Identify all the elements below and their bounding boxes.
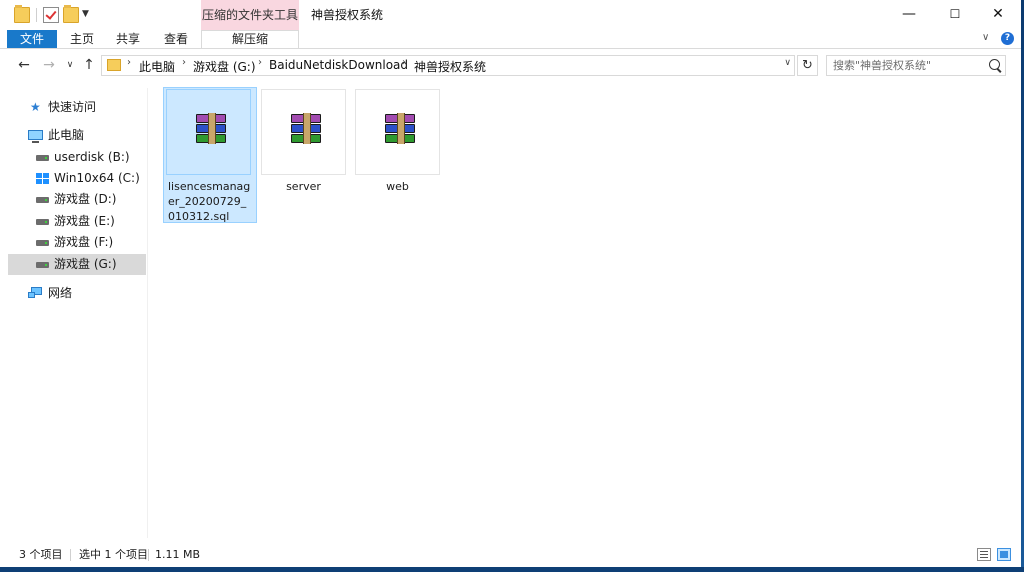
sidebar-item-drive-c[interactable]: Win10x64 (C:) xyxy=(8,168,146,189)
sidebar-item-label: 快速访问 xyxy=(48,100,97,114)
expand-ribbon-icon[interactable]: ∨ xyxy=(982,32,989,43)
breadcrumb-this-pc[interactable]: 此电脑 xyxy=(139,58,175,75)
winrar-archive-icon xyxy=(383,113,417,146)
sidebar-item-label: 此电脑 xyxy=(48,128,85,142)
title-bar: ▼ 压缩的文件夹工具 神兽授权系统 — ☐ ✕ xyxy=(0,0,1021,46)
breadcrumb-separator[interactable]: › xyxy=(127,57,131,68)
file-thumbnail xyxy=(166,89,251,175)
properties-icon[interactable] xyxy=(43,7,59,23)
file-name: server xyxy=(286,180,321,193)
sidebar-item-this-pc[interactable]: 此电脑 xyxy=(8,125,146,146)
sidebar-item-label: 游戏盘 (F:) xyxy=(54,235,114,249)
drive-icon xyxy=(36,197,49,203)
drive-icon xyxy=(36,262,49,268)
desktop-background xyxy=(0,567,1024,572)
network-icon xyxy=(28,287,43,299)
file-name: lisencesmanager_20200729_010312.sql xyxy=(168,180,251,223)
sidebar-item-drive-g[interactable]: 游戏盘 (G:) xyxy=(8,254,146,275)
tab-view[interactable]: 查看 xyxy=(164,30,188,48)
recent-locations-icon[interactable]: ∨ xyxy=(61,56,79,74)
forward-button[interactable]: → xyxy=(40,56,58,74)
sidebar-item-label: userdisk (B:) xyxy=(54,150,130,164)
context-tab-title: 压缩的文件夹工具 xyxy=(201,8,298,22)
folder-icon[interactable] xyxy=(14,5,30,23)
ribbon-tabs: 文件 主页 共享 查看 解压缩 ∨ ? xyxy=(0,30,1021,49)
maximize-button[interactable]: ☐ xyxy=(932,0,978,30)
sidebar-item-drive-b[interactable]: userdisk (B:) xyxy=(8,147,146,168)
sidebar-item-label: 游戏盘 (D:) xyxy=(54,192,117,206)
sidebar-item-quick-access[interactable]: ★ 快速访问 xyxy=(8,97,146,118)
address-dropdown-icon[interactable]: ∨ xyxy=(784,58,791,68)
sidebar-item-label: 游戏盘 (E:) xyxy=(54,214,115,228)
breadcrumb-separator[interactable]: › xyxy=(182,57,186,68)
customize-toolbar-icon[interactable]: ▼ xyxy=(82,9,89,19)
sidebar-item-drive-d[interactable]: 游戏盘 (D:) xyxy=(8,189,146,210)
status-bar: 3 个项目 选中 1 个项目 1.11 MB xyxy=(0,545,1021,565)
search-icon[interactable] xyxy=(989,59,1000,70)
breadcrumb-drive-g[interactable]: 游戏盘 (G:) xyxy=(193,58,256,75)
folder-icon xyxy=(107,59,121,71)
search-box[interactable] xyxy=(826,55,1006,76)
drive-icon xyxy=(36,219,49,225)
up-button[interactable]: ↑ xyxy=(80,56,98,74)
breadcrumb-current-folder[interactable]: 神兽授权系统 xyxy=(414,58,486,75)
winrar-archive-icon xyxy=(194,113,228,146)
navigation-bar: ← → ∨ ↑ › 此电脑 › 游戏盘 (G:) › BaiduNetdiskD… xyxy=(0,52,1021,80)
drive-icon xyxy=(36,240,49,246)
divider xyxy=(70,549,71,561)
new-folder-icon[interactable] xyxy=(63,5,79,23)
selected-count: 选中 1 个项目 xyxy=(79,548,148,561)
close-button[interactable]: ✕ xyxy=(975,0,1021,30)
computer-icon xyxy=(28,130,43,143)
window-title: 神兽授权系统 xyxy=(311,8,384,22)
tab-extract[interactable]: 解压缩 xyxy=(201,30,299,48)
drive-icon xyxy=(36,155,49,161)
winrar-archive-icon xyxy=(289,113,323,146)
file-thumbnail xyxy=(355,89,440,175)
sidebar-item-network[interactable]: 网络 xyxy=(8,283,146,304)
breadcrumb-separator[interactable]: › xyxy=(258,57,262,68)
sidebar-item-label: Win10x64 (C:) xyxy=(54,171,140,185)
sidebar-item-drive-e[interactable]: 游戏盘 (E:) xyxy=(8,211,146,232)
help-icon[interactable]: ? xyxy=(1001,32,1014,45)
selected-size: 1.11 MB xyxy=(155,548,201,561)
file-thumbnail xyxy=(261,89,346,175)
breadcrumb-baidunetdiskdownload[interactable]: BaiduNetdiskDownload xyxy=(269,58,408,72)
refresh-button[interactable]: ↻ xyxy=(797,55,818,76)
explorer-window: ▼ 压缩的文件夹工具 神兽授权系统 — ☐ ✕ 文件 主页 共享 查看 解压缩 … xyxy=(0,0,1022,567)
tab-share[interactable]: 共享 xyxy=(116,30,140,48)
sidebar-item-label: 网络 xyxy=(48,286,73,300)
search-input[interactable] xyxy=(833,57,983,74)
minimize-button[interactable]: — xyxy=(886,0,932,30)
star-icon: ★ xyxy=(30,100,41,114)
divider xyxy=(36,8,37,22)
details-view-icon[interactable] xyxy=(977,548,991,561)
navigation-pane: ★ 快速访问 此电脑 userdisk (B:) Win10x64 (C:) 游… xyxy=(0,88,148,538)
sidebar-item-drive-f[interactable]: 游戏盘 (F:) xyxy=(8,232,146,253)
breadcrumb-separator[interactable]: › xyxy=(402,57,406,68)
tab-home[interactable]: 主页 xyxy=(70,30,94,48)
item-count: 3 个项目 xyxy=(19,548,63,561)
sidebar-item-label: 游戏盘 (G:) xyxy=(54,257,117,271)
divider xyxy=(148,549,149,561)
windows-drive-icon xyxy=(36,173,49,184)
tab-file[interactable]: 文件 xyxy=(7,30,57,48)
address-bar[interactable]: › 此电脑 › 游戏盘 (G:) › BaiduNetdiskDownload … xyxy=(101,55,795,76)
back-button[interactable]: ← xyxy=(15,56,33,74)
large-icons-view-icon[interactable] xyxy=(997,548,1011,561)
file-name: web xyxy=(386,180,409,193)
